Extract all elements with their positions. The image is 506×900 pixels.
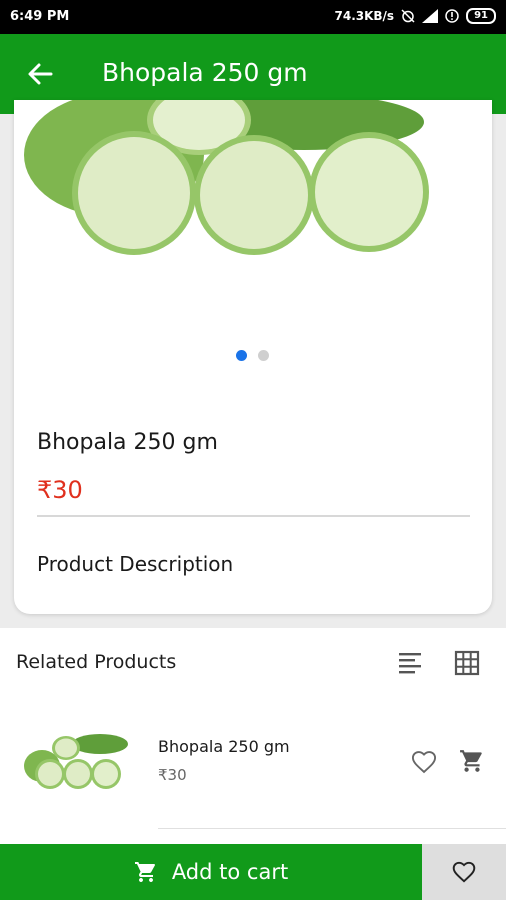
list-view-button[interactable]	[395, 648, 425, 678]
related-product-thumbnail	[22, 730, 130, 792]
arrow-back-icon	[28, 63, 53, 85]
product-card: Bhopala 250 gm ₹30 Product Description	[14, 100, 492, 614]
image-pager-dots	[236, 350, 269, 361]
item-divider	[158, 828, 506, 829]
page-title: Bhopala 250 gm	[102, 58, 308, 87]
cart-icon	[460, 750, 482, 772]
heart-outline-icon	[452, 861, 476, 883]
add-to-cart-button[interactable]: Add to cart	[0, 844, 422, 900]
related-product-item[interactable]: Bhopala 250 gm ₹30	[0, 704, 506, 829]
pager-dot-1[interactable]	[236, 350, 247, 361]
list-view-icon	[399, 653, 421, 674]
wishlist-button[interactable]	[422, 844, 506, 900]
related-add-to-cart-button[interactable]	[459, 748, 485, 774]
divider	[37, 515, 470, 517]
bottom-action-bar: Add to cart	[0, 844, 506, 900]
signal-icon	[422, 9, 439, 23]
heart-outline-icon	[411, 751, 437, 774]
related-products-title: Related Products	[16, 651, 177, 673]
product-price: ₹30	[37, 476, 83, 504]
product-description-title: Product Description	[37, 552, 234, 576]
product-name: Bhopala 250 gm	[37, 430, 218, 455]
status-time: 6:49 PM	[10, 9, 70, 24]
related-product-name: Bhopala 250 gm	[158, 737, 290, 756]
back-button[interactable]	[24, 58, 56, 90]
related-favorite-button[interactable]	[410, 748, 438, 776]
related-product-price: ₹30	[158, 766, 187, 784]
alarm-off-icon	[401, 9, 415, 23]
battery-indicator: 91	[466, 8, 496, 24]
bottle-gourd-image	[14, 100, 492, 330]
cart-icon	[134, 862, 155, 882]
grid-view-button[interactable]	[452, 648, 482, 678]
network-speed: 74.3KB/s	[334, 9, 395, 23]
status-bar: 6:49 PM 74.3KB/s 91	[0, 0, 506, 34]
grid-view-icon	[454, 650, 480, 676]
pager-dot-2[interactable]	[258, 350, 269, 361]
status-icons: 74.3KB/s 91	[334, 8, 496, 24]
add-to-cart-label: Add to cart	[171, 860, 289, 884]
bottle-gourd-thumbnail	[24, 734, 128, 789]
sim-alert-icon	[445, 9, 459, 23]
related-products-section: Related Products Bhopala 250 gm ₹30	[0, 628, 506, 844]
product-image[interactable]	[14, 100, 492, 330]
